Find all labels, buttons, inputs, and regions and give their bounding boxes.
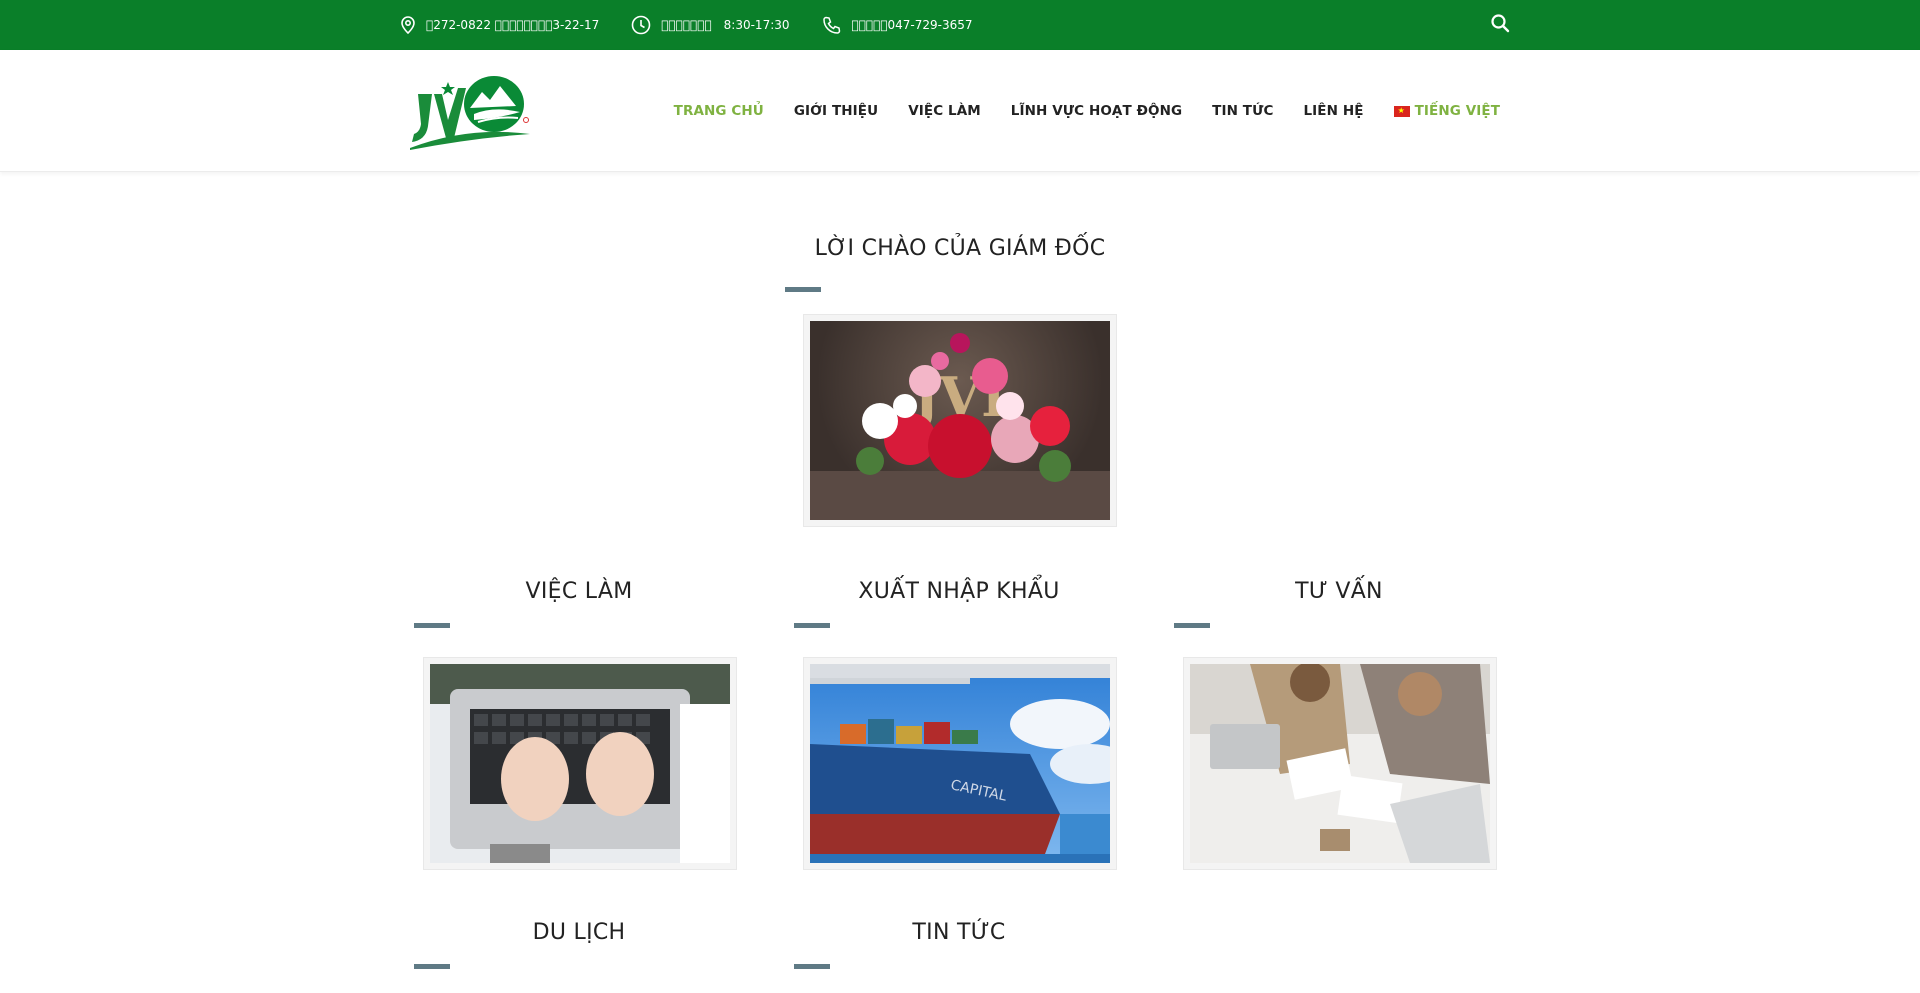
section-jobs: VIỆC LÀM — [409, 579, 749, 628]
vietnam-flag-icon — [1393, 105, 1410, 117]
address-item:  272-0822         3-22-17 — [400, 16, 599, 34]
nav-contact[interactable]: LIÊN HỆ — [1303, 103, 1363, 119]
phone-icon — [822, 16, 840, 34]
main-header: TRANG CHỦ GIỚI THIỆU VIỆC LÀM LĨNH VỰC H… — [0, 50, 1920, 172]
section-title: TIN TỨC — [912, 920, 1006, 945]
hours-value: 8:30-17:30 — [723, 18, 790, 32]
section-consulting: TƯ VẤN — [1169, 579, 1509, 628]
title-underline — [414, 964, 450, 969]
language-switcher[interactable]: TIẾNG VIỆT — [1393, 103, 1500, 119]
search-button[interactable] — [1490, 13, 1510, 36]
language-label: TIẾNG VIỆT — [1414, 103, 1500, 119]
section-import-export: XUẤT NHẬP KHẨU — [789, 579, 1129, 628]
section-title: DU LỊCH — [532, 920, 626, 945]
title-underline — [1174, 623, 1210, 628]
nav-news[interactable]: TIN TỨC — [1212, 103, 1273, 119]
top-info-bar:  272-0822         3-22-17         8:30-1… — [0, 0, 1920, 50]
welcome-photo[interactable]: JVI — [803, 314, 1117, 527]
section-title: XUẤT NHẬP KHẨU — [858, 579, 1060, 604]
phone-text[interactable]:      047-729-3657 — [852, 18, 973, 32]
import-export-photo[interactable]: CAPITAL — [803, 657, 1117, 870]
company-logo[interactable] — [408, 68, 532, 152]
nav-home[interactable]: TRANG CHỦ — [674, 103, 764, 119]
nav-fields[interactable]: LĨNH VỰC HOẠT ĐỘNG — [1011, 103, 1182, 119]
flower-bouquet-image: JVI — [810, 333, 1110, 520]
director-welcome-section: LỜI CHÀO CỦA GIÁM ĐỐC — [0, 236, 1920, 292]
jobs-photo[interactable] — [423, 657, 737, 870]
title-underline — [794, 623, 830, 628]
section-title: TƯ VẤN — [1295, 579, 1383, 604]
title-underline — [794, 964, 830, 969]
title-underline — [785, 287, 821, 292]
location-pin-icon — [401, 16, 415, 34]
nav-jobs[interactable]: VIỆC LÀM — [908, 103, 981, 119]
cargo-ship-image: CAPITAL — [810, 664, 1110, 863]
nav-about[interactable]: GIỚI THIỆU — [794, 103, 878, 119]
title-underline — [414, 623, 450, 628]
main-nav: TRANG CHỦ GIỚI THIỆU VIỆC LÀM LĨNH VỰC H… — [644, 50, 1500, 172]
hours-label:         — [661, 18, 712, 32]
section-news: TIN TỨC — [789, 920, 1129, 969]
welcome-title: LỜI CHÀO CỦA GIÁM ĐỐC — [814, 236, 1106, 261]
section-title: VIỆC LÀM — [525, 579, 633, 604]
address-text:  272-0822         3-22-17 — [426, 18, 600, 32]
search-icon — [1491, 14, 1510, 33]
hours-item:         8:30-17:30 — [631, 15, 790, 35]
clock-icon — [631, 15, 651, 35]
business-meeting-image — [1190, 664, 1490, 863]
laptop-typing-image — [430, 664, 730, 863]
phone-item[interactable]:      047-729-3657 — [822, 15, 973, 35]
section-travel: DU LỊCH — [409, 920, 749, 969]
consulting-photo[interactable] — [1183, 657, 1497, 870]
